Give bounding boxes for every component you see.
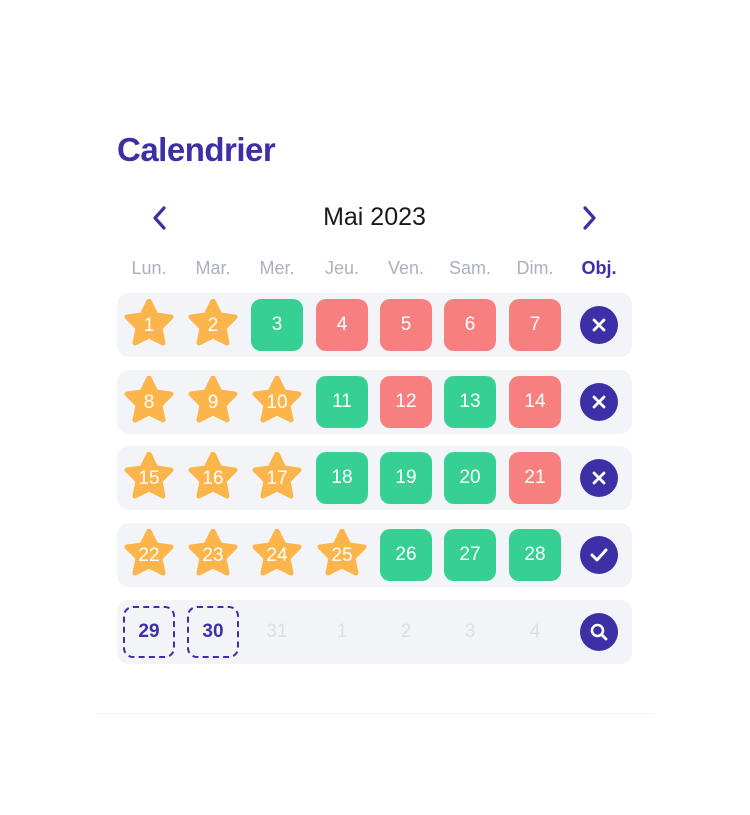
day-number: 31 [266,621,288,642]
day-cell[interactable]: 28 [509,529,561,581]
day-cell[interactable]: 17 [251,452,303,504]
day-cell[interactable]: 15 [123,452,175,504]
day-number: 4 [336,314,348,335]
day-cell[interactable]: 11 [316,376,368,428]
search-icon[interactable] [580,613,618,651]
day-cell[interactable]: 10 [251,376,303,428]
day-number: 6 [464,314,476,335]
day-number: 7 [529,314,541,335]
day-cell[interactable]: 24 [251,529,303,581]
cross-icon[interactable] [580,459,618,497]
day-cell[interactable]: 12 [380,376,432,428]
day-number: 5 [400,314,412,335]
month-label: Mai 2023 [323,203,426,231]
day-number: 26 [395,544,417,565]
day-cell: 4 [509,606,561,658]
day-number: 8 [143,392,155,413]
day-cell[interactable]: 6 [444,299,496,351]
check-icon[interactable] [580,536,618,574]
weekday-label: Dim. [516,258,554,278]
day-cell[interactable]: 2 [187,299,239,351]
day-number: 28 [524,544,546,565]
day-number: 12 [395,391,417,412]
day-cell[interactable]: 4 [316,299,368,351]
day-cell[interactable]: 1 [123,299,175,351]
day-cell[interactable]: 20 [444,452,496,504]
weekday-header: Lun. Mar. Mer. Jeu. Ven. Sam. Dim. Obj. [117,258,632,280]
week-row: 1 2 3 4 5 6 7 [117,293,632,357]
day-cell[interactable]: 22 [123,529,175,581]
day-number: 24 [266,545,288,566]
day-number: 4 [529,621,541,642]
weekday-label: Lun. [131,258,167,278]
week-row: 15 16 17 18 19 20 21 [117,446,632,510]
day-cell[interactable]: 18 [316,452,368,504]
week-row: 8 9 10 11 12 13 14 [117,370,632,434]
day-cell[interactable]: 25 [316,529,368,581]
day-cell[interactable]: 7 [509,299,561,351]
weekday-label: Mer. [259,258,295,278]
day-number: 1 [336,621,348,642]
day-cell: 3 [444,606,496,658]
day-number: 25 [331,545,353,566]
day-number: 14 [524,391,546,412]
day-cell: 2 [380,606,432,658]
cross-icon[interactable] [580,383,618,421]
day-number: 18 [331,467,353,488]
divider [95,713,655,714]
day-cell[interactable]: 29 [123,606,175,658]
objective-label: Obj. [581,258,617,278]
day-number: 2 [400,621,412,642]
day-number: 29 [138,621,160,642]
day-number: 9 [207,392,219,413]
day-cell[interactable]: 23 [187,529,239,581]
cross-icon[interactable] [580,306,618,344]
week-row: 29 30 31 1 2 3 4 [117,600,632,664]
weekday-label: Mar. [195,258,231,278]
day-cell[interactable]: 14 [509,376,561,428]
day-number: 10 [266,392,288,413]
day-cell[interactable]: 27 [444,529,496,581]
weekday-label: Jeu. [324,258,360,278]
day-cell: 1 [316,606,368,658]
day-number: 22 [138,545,160,566]
day-number: 30 [202,621,224,642]
day-number: 11 [332,391,352,412]
chevron-right-icon[interactable] [572,201,606,235]
day-number: 21 [524,467,546,488]
month-navigation: Mai 2023 [117,197,632,239]
day-cell[interactable]: 5 [380,299,432,351]
day-number: 1 [143,315,155,336]
day-cell[interactable]: 3 [251,299,303,351]
day-cell[interactable]: 16 [187,452,239,504]
day-cell[interactable]: 21 [509,452,561,504]
day-number: 23 [202,545,224,566]
day-number: 15 [138,468,160,489]
day-number: 3 [464,621,476,642]
weekday-label: Sam. [448,258,491,278]
day-cell[interactable]: 26 [380,529,432,581]
day-number: 2 [207,315,219,336]
day-number: 19 [395,467,417,488]
day-cell[interactable]: 13 [444,376,496,428]
day-number: 16 [202,468,224,489]
day-number: 3 [271,314,283,335]
day-cell[interactable]: 8 [123,376,175,428]
page-title: Calendrier [117,131,276,168]
day-cell[interactable]: 19 [380,452,432,504]
day-number: 27 [459,544,481,565]
day-number: 13 [459,391,481,412]
day-cell[interactable]: 9 [187,376,239,428]
day-number: 20 [459,467,481,488]
weekday-label: Ven. [387,258,425,278]
day-cell[interactable]: 30 [187,606,239,658]
week-row: 22 23 24 25 26 27 28 [117,523,632,587]
day-number: 17 [266,468,288,489]
day-cell: 31 [251,606,303,658]
